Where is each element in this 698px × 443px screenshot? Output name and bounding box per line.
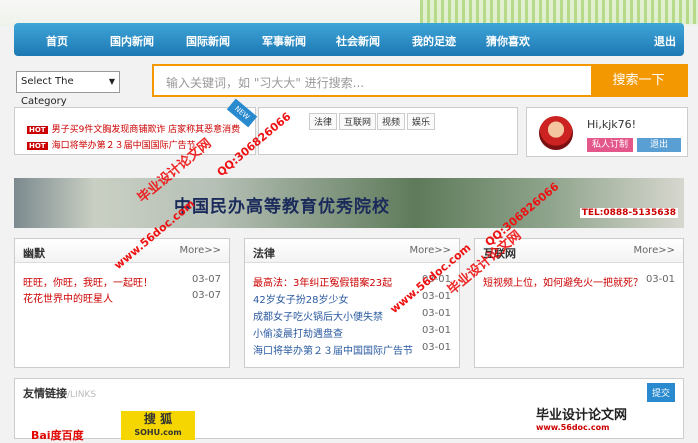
- nav-guess-you-like[interactable]: 猜你喜欢: [486, 33, 530, 49]
- list-item-title: 42岁女子扮28岁少女: [253, 295, 349, 306]
- list-item-title: 花花世界中的旺星人: [23, 294, 113, 305]
- list-item-title: 短视频上位，如何避免火一把就死？: [483, 278, 643, 289]
- more-link[interactable]: More>>: [179, 245, 221, 256]
- banner-title: 中国民办高等教育优秀院校: [174, 197, 390, 217]
- sohu-logo-link[interactable]: 搜 狐 SOHU.com: [121, 411, 195, 440]
- sohu-logo-text: 搜 狐: [143, 412, 173, 426]
- list-item-title: 海口将举办第２３届中国国际广告节: [253, 346, 413, 357]
- hot-news-item[interactable]: HOT 海口将举办第２３届中国国际广告节: [27, 138, 196, 151]
- panel-internet: 互联网 More>> 短视频上位，如何避免火一把就死？ 03-01: [474, 238, 684, 368]
- tag-item[interactable]: 视频: [377, 113, 406, 130]
- banner-tel: TEL:0888-5135638: [579, 208, 678, 218]
- hot-badge: HOT: [27, 142, 48, 150]
- user-box: Hi,kjk76! 私人订制 退出: [526, 107, 688, 157]
- list-item-date: 03-01: [645, 274, 675, 285]
- private-order-button[interactable]: 私人订制: [587, 138, 633, 152]
- list-item-date: 03-07: [191, 290, 221, 301]
- grass-image: [420, 0, 698, 24]
- sohu-logo-url: SOHU.com: [134, 428, 182, 437]
- user-greeting: Hi,kjk76!: [587, 118, 637, 131]
- campus-banner: 中国民办高等教育优秀院校 TEL:0888-5135638: [14, 178, 684, 228]
- tag-item[interactable]: 法律: [309, 113, 338, 130]
- panel-title: 法律: [253, 247, 275, 260]
- list-item[interactable]: 短视频上位，如何避免火一把就死？ 03-01: [483, 274, 675, 289]
- baidu-logo-link[interactable]: Bai度百度: [31, 427, 84, 443]
- footer-watermark-url: www.56doc.com: [536, 423, 610, 432]
- tag-item[interactable]: 娱乐: [407, 113, 436, 130]
- nav-military-news[interactable]: 军事新闻: [262, 33, 306, 49]
- main-nav: 首页 国内新闻 国际新闻 军事新闻 社会新闻 我的足迹 猜你喜欢 退出: [14, 23, 684, 56]
- links-title: 友情链接/LINKS: [23, 385, 96, 401]
- list-item-title: 旺旺，你旺，我旺，一起旺！: [23, 278, 153, 289]
- hot-badge: HOT: [27, 126, 48, 134]
- list-item[interactable]: 小偷凌晨打劫遇盘查 03-01: [253, 325, 451, 340]
- logout-button[interactable]: 退出: [637, 138, 681, 152]
- nav-home[interactable]: 首页: [46, 33, 68, 49]
- nav-domestic-news[interactable]: 国内新闻: [110, 33, 154, 49]
- more-link[interactable]: More>>: [633, 245, 675, 256]
- nav-logout[interactable]: 退出: [654, 33, 676, 49]
- footer-watermark-title: 毕业设计论文网: [536, 408, 628, 423]
- list-item-date: 03-07: [191, 274, 221, 285]
- chevron-down-icon: ▼: [108, 77, 115, 86]
- panel-header: 法律 More>>: [245, 239, 459, 263]
- nav-my-footprints[interactable]: 我的足迹: [412, 33, 456, 49]
- search-bar: 输入关键词，如 "习大大" 进行搜索... 搜索一下: [152, 64, 688, 97]
- list-item[interactable]: 旺旺，你旺，我旺，一起旺！ 03-07: [23, 274, 221, 289]
- hot-news-text: 男子买9件文胸发现商铺欺诈 店家称其恶意消费: [51, 125, 241, 135]
- list-item-title: 小偷凌晨打劫遇盘查: [253, 329, 343, 340]
- category-select-value: Select The Category: [21, 76, 74, 107]
- tag-item[interactable]: 互联网: [339, 113, 377, 130]
- tag-cloud: 法律 互联网 视频 娱乐: [258, 107, 518, 155]
- hot-news-box: HOT 男子买9件文胸发现商铺欺诈 店家称其恶意消费 HOT 海口将举办第２３届中国…: [14, 107, 256, 155]
- hot-news-text: 海口将举办第２３届中国国际广告节: [51, 141, 196, 151]
- footer-watermark-logo: 毕业设计论文网 www.56doc.com: [536, 404, 627, 432]
- list-item-date: 03-01: [421, 291, 451, 302]
- avatar: [539, 116, 573, 150]
- search-button[interactable]: 搜索一下: [591, 66, 686, 95]
- nav-international-news[interactable]: 国际新闻: [186, 33, 230, 49]
- submit-link-button[interactable]: 提交: [646, 383, 675, 402]
- links-subtitle: /LINKS: [67, 390, 97, 400]
- list-item-date: 03-01: [421, 342, 451, 353]
- links-title-text: 友情链接: [23, 387, 67, 400]
- list-item-title: 最高法：3年纠正冤假错案23起: [253, 278, 393, 289]
- nav-society-news[interactable]: 社会新闻: [336, 33, 380, 49]
- more-link[interactable]: More>>: [409, 245, 451, 256]
- list-item-title: 成都女子吃火锅后大小便失禁: [253, 312, 383, 323]
- list-item-date: 03-01: [421, 308, 451, 319]
- list-item[interactable]: 花花世界中的旺星人 03-07: [23, 290, 221, 305]
- panel-law: 法律 More>> 最高法：3年纠正冤假错案23起 03-01 42岁女子扮28岁少…: [244, 238, 460, 368]
- panel-title: 幽默: [23, 247, 45, 260]
- category-select[interactable]: Select The Category ▼: [16, 71, 120, 107]
- search-input[interactable]: 输入关键词，如 "习大大" 进行搜索...: [166, 74, 364, 91]
- list-item[interactable]: 成都女子吃火锅后大小便失禁 03-01: [253, 308, 451, 323]
- hot-news-item[interactable]: HOT 男子买9件文胸发现商铺欺诈 店家称其恶意消费: [27, 122, 240, 135]
- list-item[interactable]: 海口将举办第２３届中国国际广告节 03-01: [253, 342, 451, 357]
- list-item-date: 03-01: [421, 325, 451, 336]
